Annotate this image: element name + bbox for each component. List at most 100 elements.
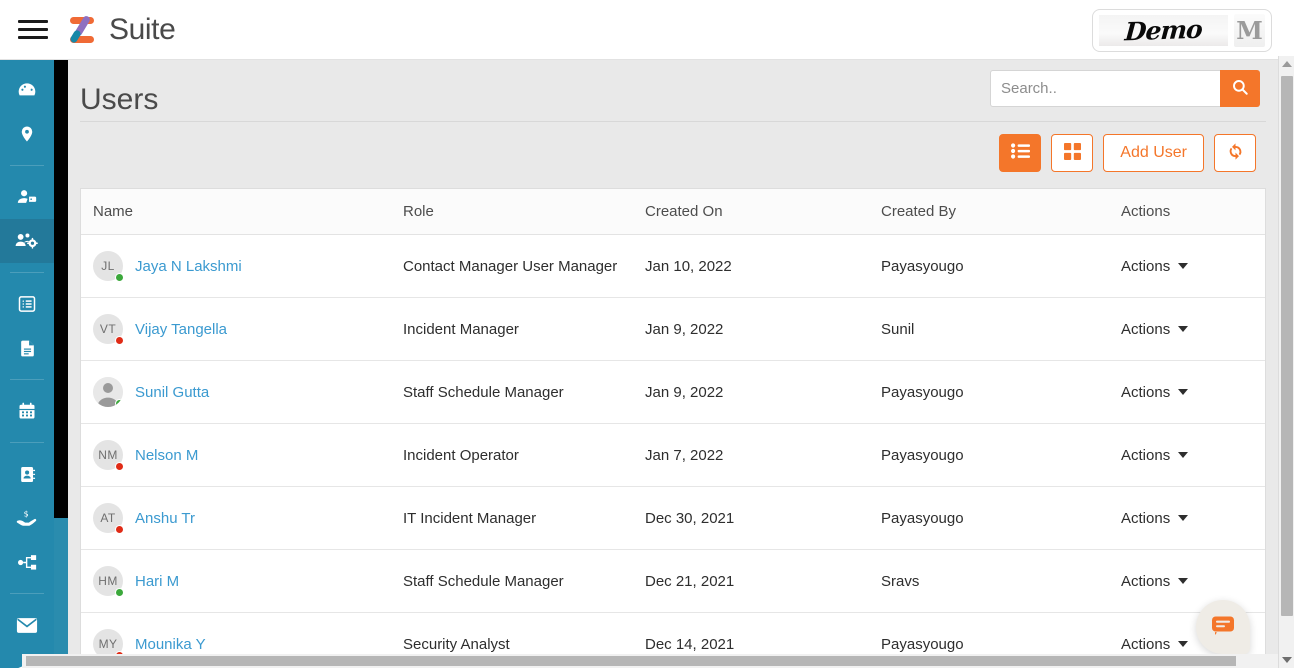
actions-dropdown[interactable]: Actions	[1121, 447, 1255, 464]
avatar-initials: HM	[98, 574, 118, 588]
cell-actions: Actions	[1109, 360, 1265, 424]
table-row[interactable]: JL Jaya N Lakshmi Contact Manager User Man…	[81, 234, 1265, 298]
actions-dropdown[interactable]: Actions	[1121, 321, 1255, 338]
avatar[interactable]: AT	[93, 503, 124, 534]
sidebar-scrollbar-thumb[interactable]	[54, 60, 68, 518]
cell-created-by: Payasyougo	[869, 360, 1109, 424]
sidebar-item-documents[interactable]	[0, 326, 54, 370]
cell-actions: Actions	[1109, 486, 1265, 550]
table-row[interactable]: HM Hari M Staff Schedule Manager Dec 21, 20…	[81, 549, 1265, 613]
profile-menu-button[interactable]: Demo M	[1092, 9, 1272, 52]
refresh-button[interactable]	[1214, 134, 1256, 172]
sidebar-item-locations[interactable]	[0, 112, 54, 156]
actions-dropdown[interactable]: Actions	[1121, 384, 1255, 401]
user-name-link[interactable]: Mounika Y	[135, 636, 206, 653]
horizontal-scrollbar-thumb[interactable]	[26, 656, 1236, 666]
cell-created-on: Dec 30, 2021	[633, 486, 869, 550]
search-icon	[1231, 78, 1249, 99]
cell-role: Incident Manager	[391, 297, 633, 361]
cell-role: Incident Operator	[391, 423, 633, 487]
add-user-button[interactable]: Add User	[1103, 134, 1204, 172]
user-name-link[interactable]: Vijay Tangella	[135, 321, 227, 338]
cell-created-by: Payasyougo	[869, 486, 1109, 550]
sidebar-item-workflow[interactable]	[0, 540, 54, 584]
user-tag-icon	[16, 187, 38, 207]
search-button[interactable]	[1220, 70, 1260, 107]
chevron-down-icon	[1178, 326, 1189, 332]
column-header-name[interactable]: Name	[81, 189, 391, 235]
table-row[interactable]: VT Vijay Tangella Incident Manager Jan 9, 2…	[81, 297, 1265, 361]
sidebar-scrollbar-track[interactable]	[54, 60, 68, 668]
page-header: Users	[68, 60, 1278, 122]
users-table-card: Name Role Created On Created By Actions …	[80, 188, 1266, 668]
sidebar-item-dashboard[interactable]	[0, 68, 54, 112]
list-view-icon	[1010, 143, 1030, 163]
name-cell-wrapper: HM Hari M	[93, 566, 381, 597]
cell-name: HM Hari M	[81, 549, 391, 613]
list-alt-icon	[17, 294, 37, 314]
actions-dropdown[interactable]: Actions	[1121, 258, 1255, 275]
scroll-down-arrow[interactable]	[1279, 652, 1294, 668]
search-input[interactable]	[990, 70, 1220, 107]
avatar[interactable]: JL	[93, 251, 124, 282]
file-lines-icon	[18, 338, 37, 359]
sidebar-item-address-book[interactable]	[0, 452, 54, 496]
table-row[interactable]: NM Nelson M Incident Operator Jan 7, 2022 Pa…	[81, 423, 1265, 487]
brand-logo-link[interactable]: Suite	[66, 12, 176, 47]
sidebar-item-users[interactable]	[0, 219, 54, 263]
chat-widget-button[interactable]	[1196, 600, 1250, 654]
name-cell-wrapper: VT Vijay Tangella	[93, 314, 381, 345]
table-header-row: Name Role Created On Created By Actions	[81, 189, 1265, 235]
avatar-initials: VT	[99, 322, 117, 336]
user-name-link[interactable]: Nelson M	[135, 447, 198, 464]
column-header-role[interactable]: Role	[391, 189, 633, 235]
page-vertical-scrollbar[interactable]	[1278, 56, 1294, 668]
sidebar-item-mail[interactable]	[0, 603, 54, 647]
name-cell-wrapper: NM Nelson M	[93, 440, 381, 471]
page-horizontal-scrollbar[interactable]	[22, 654, 1278, 668]
avatar-initials: AT	[100, 511, 116, 525]
cell-created-by: Sravs	[869, 549, 1109, 613]
add-user-label: Add User	[1120, 144, 1187, 161]
cell-created-on: Jan 9, 2022	[633, 297, 869, 361]
sidebar-divider	[10, 272, 44, 273]
avatar[interactable]: HM	[93, 566, 124, 597]
cell-actions: Actions	[1109, 234, 1265, 298]
hamburger-menu-icon[interactable]	[18, 19, 48, 41]
actions-dropdown[interactable]: Actions	[1121, 573, 1255, 590]
hand-holding-dollar-icon: $	[16, 508, 38, 528]
table-row[interactable]: AT Anshu Tr IT Incident Manager Dec 30, 202…	[81, 486, 1265, 550]
status-dot-offline	[115, 525, 124, 534]
actions-dropdown-label: Actions	[1121, 257, 1171, 275]
table-row[interactable]: Sunil Gutta Staff Schedule Manager Jan 9, …	[81, 360, 1265, 424]
column-header-created-on[interactable]: Created On	[633, 189, 869, 235]
user-name-link[interactable]: Sunil Gutta	[135, 384, 209, 401]
sidebar-item-contacts[interactable]	[0, 175, 54, 219]
grid-view-button[interactable]	[1051, 134, 1094, 172]
chevron-down-icon	[1178, 263, 1189, 269]
brand-name-label: Suite	[109, 12, 176, 46]
vertical-scrollbar-thumb[interactable]	[1281, 76, 1293, 616]
table-body: JL Jaya N Lakshmi Contact Manager User Man…	[81, 234, 1265, 668]
avatar[interactable]: NM	[93, 440, 124, 471]
actions-dropdown[interactable]: Actions	[1121, 510, 1255, 527]
column-header-actions: Actions	[1109, 189, 1265, 235]
sidebar-item-billing[interactable]: $	[0, 496, 54, 540]
sidebar-item-calendar[interactable]	[0, 389, 54, 433]
avatar[interactable]	[93, 377, 123, 407]
avatar[interactable]: VT	[93, 314, 124, 345]
cell-actions: Actions	[1109, 297, 1265, 361]
user-name-link[interactable]: Jaya N Lakshmi	[135, 258, 242, 275]
list-view-button[interactable]	[999, 134, 1042, 172]
sidebar-item-lists[interactable]	[0, 282, 54, 326]
user-name-link[interactable]: Hari M	[135, 573, 179, 590]
user-name-link[interactable]: Anshu Tr	[135, 510, 195, 527]
cell-role: IT Incident Manager	[391, 486, 633, 550]
actions-dropdown-label: Actions	[1121, 572, 1171, 590]
chevron-down-icon	[1178, 641, 1189, 647]
cell-created-on: Jan 7, 2022	[633, 423, 869, 487]
column-header-created-by[interactable]: Created By	[869, 189, 1109, 235]
scroll-up-arrow[interactable]	[1279, 56, 1294, 72]
chevron-up-icon	[1281, 61, 1292, 67]
user-avatar[interactable]: M	[1234, 14, 1265, 47]
